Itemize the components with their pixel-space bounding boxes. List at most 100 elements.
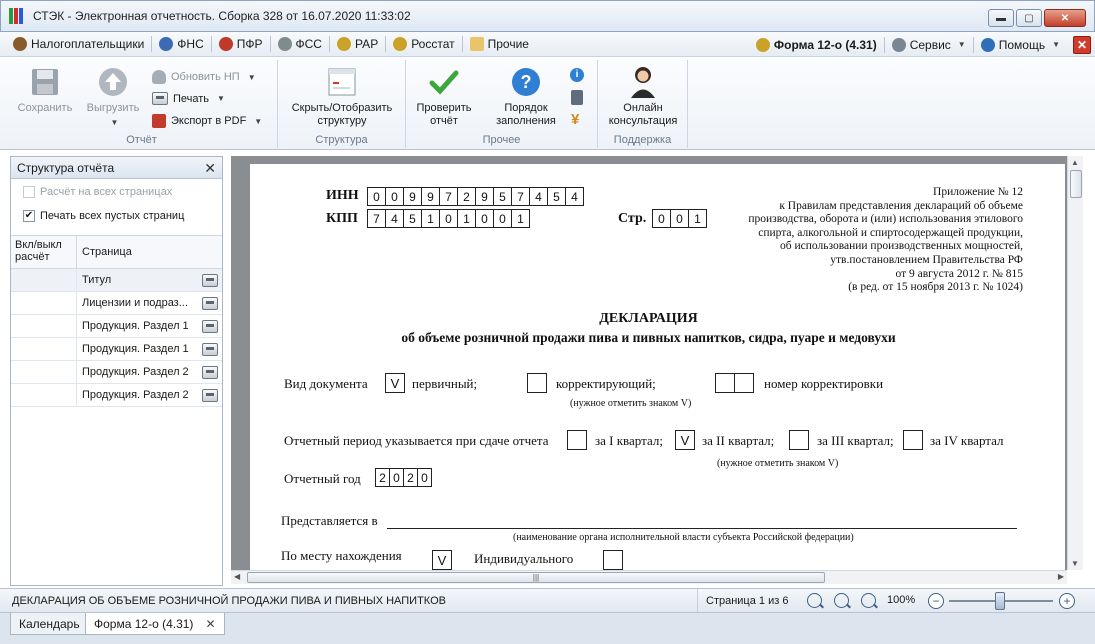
toggle-structure-label: Скрыть/Отобразить структуру (291, 102, 393, 127)
filling-order-button[interactable]: ? Порядок заполнения (488, 66, 564, 128)
printer-icon[interactable] (202, 388, 218, 402)
close-form-button[interactable]: ✕ (1073, 35, 1091, 54)
print-empty-pages-checkbox[interactable]: ✔ Печать всех пустых страниц (11, 205, 222, 227)
table-row[interactable]: Продукция. Раздел 2 (11, 384, 222, 407)
menu-other[interactable]: Прочие (463, 33, 536, 55)
primary-label: первичный; (412, 376, 478, 391)
check-report-button[interactable]: Проверить отчёт (410, 66, 478, 128)
table-row[interactable]: Продукция. Раздел 2 (11, 361, 222, 384)
close-tab-icon[interactable]: ✕ (205, 617, 215, 631)
document-name: ДЕКЛАРАЦИЯ ОБ ОБЪЕМЕ РОЗНИЧНОЙ ПРОДАЖИ П… (12, 594, 446, 607)
vertical-scroll-thumb[interactable] (1070, 170, 1082, 198)
tab-calendar[interactable]: Календарь (10, 613, 89, 635)
document-viewport[interactable]: ИНН 009972957454 КПП 745101001 Стр. 001 … (231, 156, 1083, 570)
menu-rar[interactable]: РАР (330, 33, 385, 55)
zoom-fit-icon[interactable] (834, 593, 849, 608)
upload-button[interactable]: Выгрузить ▼ (80, 66, 146, 129)
location-checkbox[interactable]: V (432, 550, 452, 570)
currency-icon[interactable]: ¥ (571, 112, 585, 128)
menu-fss[interactable]: ФСС (271, 33, 329, 55)
menu-fss-label: ФСС (295, 37, 322, 51)
zoom-minus-button[interactable]: − (928, 593, 944, 609)
zoom-in-icon[interactable] (861, 593, 876, 608)
scroll-left-arrow-icon[interactable]: ◀ (234, 572, 240, 581)
online-consultation-button[interactable]: Онлайн консультация (600, 66, 686, 128)
scroll-up-arrow-icon[interactable]: ▲ (1071, 158, 1079, 167)
users-icon (13, 37, 27, 51)
chevron-down-icon: ▼ (110, 118, 119, 127)
printer-icon[interactable] (202, 296, 218, 310)
fss-emblem-icon (277, 37, 292, 51)
q1-checkbox[interactable] (567, 430, 587, 450)
printer-icon[interactable] (202, 319, 218, 333)
page-name: Продукция. Раздел 2 (82, 366, 189, 378)
inn-digit: 0 (367, 187, 386, 206)
rosstat-emblem-icon (393, 37, 408, 51)
submitted-to-field[interactable] (387, 528, 1017, 529)
menu-pfr[interactable]: ПФР (212, 33, 270, 55)
horizontal-scrollbar[interactable]: ◀ ||| ▶ (231, 570, 1067, 584)
group-label-other: Прочее (482, 134, 521, 146)
menu-taxpayers[interactable]: Налогоплательщики (6, 33, 151, 55)
calc-all-pages-checkbox[interactable]: Расчёт на всех страницах (11, 181, 222, 203)
inn-cells[interactable]: 009972957454 (367, 187, 584, 206)
column-header-page[interactable]: Страница (77, 236, 222, 268)
printer-icon[interactable] (202, 273, 218, 287)
vertical-scrollbar[interactable]: ▲ ▼ (1067, 156, 1083, 570)
info-icon[interactable]: i (570, 68, 584, 82)
primary-checkbox[interactable]: V (385, 373, 405, 393)
menu-fns[interactable]: ФНС (152, 33, 210, 55)
update-np-button[interactable]: Обновить НП ▼ (152, 70, 256, 84)
scroll-down-arrow-icon[interactable]: ▼ (1071, 559, 1079, 568)
inn-digit: 5 (493, 187, 512, 206)
column-header-toggle[interactable]: Вкл/выкл расчёт (11, 236, 77, 268)
page-number-cells[interactable]: 001 (652, 209, 707, 228)
print-button[interactable]: Печать ▼ (152, 92, 225, 105)
kpp-digit: 4 (385, 209, 404, 228)
printer-icon[interactable] (202, 342, 218, 356)
toggle-structure-button[interactable]: Скрыть/Отобразить структуру (282, 66, 402, 128)
menu-current-form[interactable]: Форма 12-о (4.31) (749, 34, 884, 56)
kpp-cells[interactable]: 745101001 (367, 209, 530, 228)
printer-icon[interactable] (202, 365, 218, 379)
menu-rosstat[interactable]: Росстат (386, 33, 461, 55)
minimize-button[interactable]: ▬ (988, 9, 1014, 27)
menu-help-label: Помощь (998, 37, 1046, 52)
table-row[interactable]: Продукция. Раздел 1 (11, 338, 222, 361)
individual-label: Индивидуального (474, 551, 574, 566)
q3-checkbox[interactable] (789, 430, 809, 450)
horizontal-scroll-thumb[interactable]: ||| (247, 572, 825, 583)
zoom-slider-thumb[interactable] (995, 592, 1005, 610)
group-label-report: Отчёт (126, 134, 157, 146)
kpp-digit: 1 (421, 209, 440, 228)
individual-checkbox[interactable] (603, 550, 623, 570)
gear-icon (891, 37, 906, 52)
calculator-icon[interactable] (571, 90, 583, 105)
corrective-checkbox[interactable] (527, 373, 547, 393)
table-row[interactable]: Титул (11, 269, 222, 292)
correction-number-cell[interactable] (715, 373, 735, 393)
export-pdf-button[interactable]: Экспорт в PDF ▼ (152, 114, 262, 128)
maximize-button[interactable]: ▢ (1016, 9, 1042, 27)
q2-checkbox[interactable]: V (675, 430, 695, 450)
close-panel-icon[interactable]: ✕ (204, 160, 216, 177)
q4-checkbox[interactable] (903, 430, 923, 450)
correction-number-cell[interactable] (734, 373, 754, 393)
group-label-support: Поддержка (613, 134, 672, 146)
table-row[interactable]: Продукция. Раздел 1 (11, 315, 222, 338)
svg-text:?: ? (521, 72, 532, 92)
year-cells[interactable]: 2020 (375, 468, 432, 487)
menu-service[interactable]: Сервис ▼ (885, 34, 973, 56)
tab-form-12o[interactable]: Форма 12-о (4.31) ✕ (85, 613, 225, 635)
appendix-line: Приложение № 12 (933, 186, 1023, 198)
table-row[interactable]: Лицензии и подраз... (11, 292, 222, 315)
scroll-right-arrow-icon[interactable]: ▶ (1058, 572, 1064, 581)
menu-rosstat-label: Росстат (411, 37, 455, 51)
close-window-button[interactable]: ✕ (1044, 9, 1086, 27)
save-button[interactable]: Сохранить (10, 66, 80, 115)
print-empty-pages-label: Печать всех пустых страниц (40, 210, 185, 222)
kpp-label: КПП (326, 211, 358, 226)
menu-help[interactable]: Помощь ▼ (974, 34, 1067, 56)
zoom-plus-button[interactable]: + (1059, 593, 1075, 609)
zoom-out-icon[interactable] (807, 593, 822, 608)
